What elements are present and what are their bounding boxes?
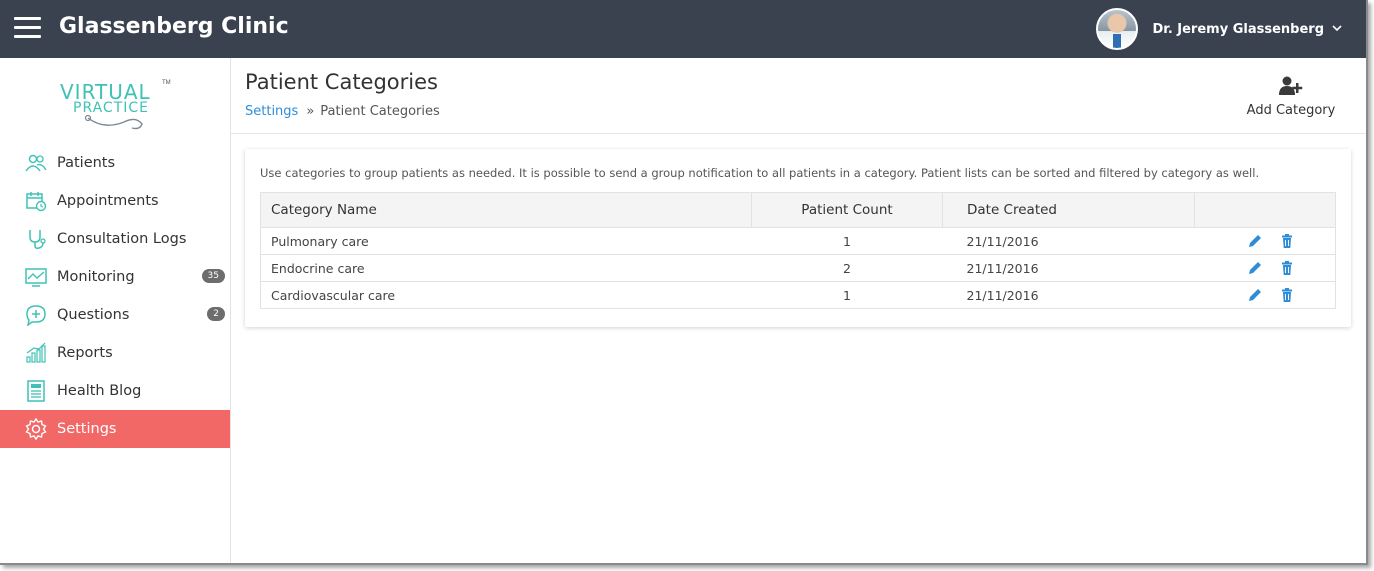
sidebar-item-reports[interactable]: Reports — [0, 334, 230, 372]
sidebar: VIRTUAL TM PRACTICE Patients Appointment… — [0, 58, 231, 563]
add-category-button[interactable]: Add Category — [1246, 76, 1336, 118]
sidebar-item-health-blog[interactable]: Health Blog — [0, 372, 230, 410]
category-name-cell: Endocrine care — [260, 254, 752, 282]
sidebar-nav: Patients Appointments Consultation Logs … — [0, 144, 230, 448]
calendar-icon — [25, 190, 47, 212]
table-row: Endocrine care 2 21/11/2016 — [260, 254, 1336, 282]
patients-icon — [25, 152, 47, 174]
page-header: Patient Categories Settings » Patient Cate… — [231, 58, 1366, 134]
category-name-cell: Pulmonary care — [260, 227, 752, 255]
sidebar-item-label: Reports — [57, 345, 113, 361]
patient-count-cell: 1 — [751, 227, 943, 255]
table-row: Pulmonary care 1 21/11/2016 — [260, 227, 1336, 255]
actions-cell — [1194, 227, 1336, 255]
avatar[interactable] — [1096, 8, 1139, 50]
question-bubble-icon — [25, 304, 47, 326]
edit-pencil-icon[interactable] — [1247, 287, 1263, 303]
column-header-patient-count: Patient Count — [751, 192, 943, 228]
edit-pencil-icon[interactable] — [1247, 260, 1263, 276]
category-name-cell: Cardiovascular care — [260, 281, 752, 309]
column-header-actions — [1194, 192, 1336, 228]
date-created-cell: 21/11/2016 — [942, 227, 1195, 255]
hamburger-menu-icon[interactable] — [14, 17, 41, 39]
description-text: Use categories to group patients as need… — [260, 166, 1260, 180]
patient-count-cell: 1 — [751, 281, 943, 309]
top-bar: Glassenberg Clinic Dr. Jeremy Glassenber… — [0, 0, 1366, 58]
sidebar-item-questions[interactable]: Questions 2 — [0, 296, 230, 334]
stethoscope-logo-icon — [84, 114, 143, 130]
delete-trash-icon[interactable] — [1279, 260, 1295, 276]
breadcrumb-separator: » — [306, 104, 315, 119]
breadcrumb-current: Patient Categories — [320, 104, 440, 119]
gear-icon — [25, 418, 47, 440]
virtual-practice-logo[interactable]: VIRTUAL TM PRACTICE — [58, 78, 173, 133]
date-created-cell: 21/11/2016 — [942, 281, 1195, 309]
delete-trash-icon[interactable] — [1279, 287, 1295, 303]
table-header-row: Category Name Patient Count Date Created — [260, 192, 1336, 228]
app-window: Glassenberg Clinic Dr. Jeremy Glassenber… — [0, 0, 1368, 565]
sidebar-item-label: Monitoring — [57, 269, 135, 285]
document-icon — [25, 380, 47, 402]
sidebar-item-label: Consultation Logs — [57, 231, 187, 247]
add-user-icon — [1279, 76, 1303, 100]
logo-tm: TM — [162, 80, 171, 86]
breadcrumb-settings-link[interactable]: Settings — [245, 104, 298, 119]
monitoring-count-badge: 35 — [201, 269, 225, 283]
delete-trash-icon[interactable] — [1279, 233, 1295, 249]
actions-cell — [1194, 254, 1336, 282]
add-category-label: Add Category — [1246, 103, 1336, 118]
questions-count-badge: 2 — [207, 307, 225, 321]
table-row: Cardiovascular care 1 21/11/2016 — [260, 281, 1336, 309]
app-title: Glassenberg Clinic — [59, 14, 289, 39]
sidebar-item-monitoring[interactable]: Monitoring 35 — [0, 258, 230, 296]
page-title: Patient Categories — [245, 70, 438, 94]
patient-count-cell: 2 — [751, 254, 943, 282]
categories-table: Category Name Patient Count Date Created… — [260, 192, 1336, 309]
sidebar-item-label: Patients — [57, 155, 116, 171]
stethoscope-icon — [25, 228, 47, 250]
actions-cell — [1194, 281, 1336, 309]
chart-monitor-icon — [25, 266, 47, 288]
sidebar-item-consultation-logs[interactable]: Consultation Logs — [0, 220, 230, 258]
bar-chart-icon — [25, 342, 47, 364]
sidebar-item-settings[interactable]: Settings — [0, 410, 230, 448]
user-name[interactable]: Dr. Jeremy Glassenberg — [1152, 22, 1324, 37]
sidebar-item-label: Appointments — [57, 193, 159, 209]
date-created-cell: 21/11/2016 — [942, 254, 1195, 282]
column-header-category-name: Category Name — [260, 192, 752, 228]
column-header-date-created: Date Created — [942, 192, 1195, 228]
sidebar-item-label: Health Blog — [57, 383, 142, 399]
categories-card: Use categories to group patients as need… — [245, 149, 1351, 327]
breadcrumb: Settings » Patient Categories — [245, 104, 440, 119]
main-content: Patient Categories Settings » Patient Cate… — [231, 58, 1366, 563]
user-menu[interactable]: Dr. Jeremy Glassenberg — [1096, 8, 1342, 50]
edit-pencil-icon[interactable] — [1247, 233, 1263, 249]
sidebar-item-label: Questions — [57, 307, 130, 323]
sidebar-item-label: Settings — [57, 421, 117, 437]
sidebar-item-appointments[interactable]: Appointments — [0, 182, 230, 220]
chevron-down-icon[interactable] — [1332, 24, 1342, 35]
sidebar-item-patients[interactable]: Patients — [0, 144, 230, 182]
